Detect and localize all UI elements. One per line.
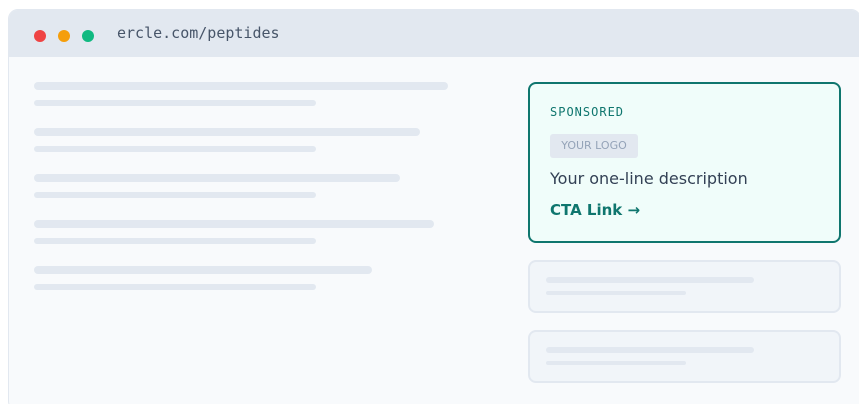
text-line-placeholder: [34, 266, 372, 274]
sponsored-ad-card[interactable]: SPONSORED YOUR LOGO Your one-line descri…: [528, 82, 841, 243]
address-bar-url[interactable]: ercle.com/peptides: [117, 23, 280, 43]
text-line-placeholder: [34, 220, 434, 228]
minimize-window-dot-icon[interactable]: [58, 30, 70, 42]
close-window-dot-icon[interactable]: [34, 30, 46, 42]
text-line-placeholder: [34, 146, 316, 152]
browser-titlebar: ercle.com/peptides: [9, 10, 859, 57]
ad-description: Your one-line description: [550, 169, 748, 188]
text-line-placeholder: [546, 361, 686, 365]
text-line-placeholder: [34, 82, 448, 90]
ad-logo-placeholder: YOUR LOGO: [550, 134, 638, 158]
text-line-placeholder: [546, 277, 754, 283]
text-line-placeholder: [34, 238, 316, 244]
sponsored-label: SPONSORED: [550, 105, 625, 119]
text-line-placeholder: [34, 128, 420, 136]
browser-window: ercle.com/peptides SPONSORED YOUR LOGO Y…: [8, 9, 859, 404]
maximize-window-dot-icon[interactable]: [82, 30, 94, 42]
text-line-placeholder: [34, 174, 400, 182]
text-line-placeholder: [34, 192, 316, 198]
text-line-placeholder: [546, 291, 686, 295]
ad-cta-link[interactable]: CTA Link →: [550, 200, 640, 220]
text-line-placeholder: [546, 347, 754, 353]
text-line-placeholder: [34, 100, 316, 106]
sidebar-placeholder-card: [528, 330, 841, 383]
sidebar-placeholder-card: [528, 260, 841, 313]
text-line-placeholder: [34, 284, 316, 290]
